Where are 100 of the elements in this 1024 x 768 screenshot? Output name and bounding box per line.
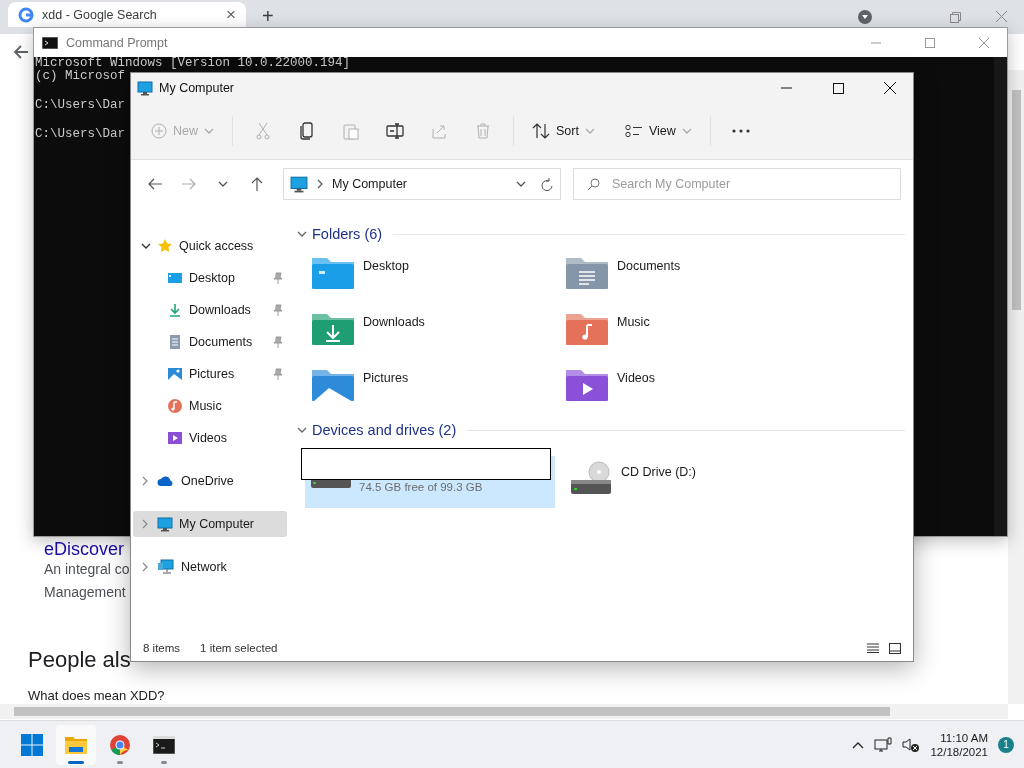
nav-item[interactable]: Network <box>133 554 287 580</box>
search-engine-icon <box>18 6 34 23</box>
download-icon <box>167 302 183 318</box>
trash-icon <box>476 123 490 139</box>
folder-icon[interactable] <box>64 734 88 755</box>
maximize-icon <box>832 82 844 94</box>
horizontal-scrollbar[interactable] <box>0 704 1008 719</box>
rename-icon <box>386 123 404 139</box>
item-count: 8 items <box>143 642 181 654</box>
browser-icon[interactable] <box>109 733 131 756</box>
chevron-down-icon <box>204 127 214 135</box>
tab-title: xdd - Google Search <box>42 7 158 22</box>
window-title: My Computer <box>159 81 236 95</box>
search-icon <box>587 178 600 191</box>
folder-item[interactable]: Documents <box>565 250 819 306</box>
folder-item[interactable]: Downloads <box>311 306 565 362</box>
window-title: Command Prompt <box>66 35 169 50</box>
share-icon <box>431 123 447 139</box>
nav-item[interactable]: My Computer <box>133 511 287 537</box>
tiles-view-icon[interactable] <box>889 642 901 654</box>
section-heading: People als <box>28 647 131 673</box>
maximize-icon <box>925 37 935 48</box>
video-icon <box>167 430 183 446</box>
close-icon[interactable] <box>996 11 1007 22</box>
console-scrollbar[interactable] <box>994 57 1007 536</box>
view-list-icon <box>624 124 643 138</box>
selection-count: 1 item selected <box>200 642 278 654</box>
search-field[interactable]: Search My Computer <box>573 168 901 200</box>
monitor-icon <box>157 516 173 532</box>
volume-muted-icon[interactable] <box>902 736 921 753</box>
music-icon <box>167 398 183 414</box>
nav-item[interactable]: Downloads <box>133 297 287 323</box>
pin-icon <box>273 368 283 380</box>
pin-icon <box>273 336 283 348</box>
network-icon <box>157 559 175 575</box>
chevron-right-icon <box>141 519 149 529</box>
folder-item[interactable]: Videos <box>565 362 819 418</box>
minimize-icon <box>780 87 792 89</box>
nav-item[interactable]: Quick access <box>133 233 287 259</box>
nav-item[interactable]: Music <box>133 393 287 419</box>
notification-badge[interactable]: 1 <box>998 736 1014 753</box>
restore-icon[interactable] <box>950 12 961 23</box>
nav-item[interactable]: Documents <box>133 329 287 355</box>
nav-item[interactable]: Pictures <box>133 361 287 387</box>
more-icon <box>731 129 750 133</box>
profile-icon[interactable] <box>858 10 872 24</box>
network-icon[interactable] <box>874 736 893 753</box>
nav-item[interactable]: Videos <box>133 425 287 451</box>
details-view-icon[interactable] <box>867 642 879 653</box>
question-text[interactable]: What does mean XDD? <box>28 688 165 703</box>
drive-item[interactable]: CD Drive (D:) <box>563 456 813 508</box>
free-space-text: 74.5 GB free of 99.3 GB <box>359 481 484 493</box>
back-arrow-icon[interactable] <box>13 44 29 60</box>
folder-item[interactable]: Music <box>565 306 819 362</box>
clipboard-icon <box>343 122 359 140</box>
clock-date[interactable]: 12/18/2021 <box>930 745 988 758</box>
address-bar[interactable]: My Computer <box>283 168 561 200</box>
close-icon <box>979 37 989 48</box>
group-header[interactable]: Folders (6) <box>312 226 383 242</box>
picture-icon <box>167 366 183 382</box>
folder-item[interactable]: Pictures <box>311 362 565 418</box>
back-arrow-icon <box>148 178 162 190</box>
view-button[interactable]: View <box>616 115 700 147</box>
chevron-right-icon <box>316 179 324 189</box>
monitor-icon <box>290 175 308 193</box>
document-icon <box>167 334 183 350</box>
star-icon <box>157 238 173 254</box>
copy-icon <box>300 122 314 140</box>
result-link[interactable]: eDiscover <box>44 539 125 560</box>
desktop-icon <box>167 270 183 286</box>
terminal-icon <box>42 36 58 49</box>
folder-item[interactable]: Desktop <box>311 250 565 306</box>
console-line: Microsoft Windows [Version 10.0.22000.194] <box>35 57 351 70</box>
chevron-up-icon[interactable] <box>852 740 865 749</box>
sort-icon <box>532 123 550 139</box>
clock-time[interactable]: 11:10 AM <box>940 731 988 744</box>
vertical-scrollbar[interactable] <box>1008 70 1024 704</box>
result-snippet: An integral co <box>44 561 130 577</box>
cloud-icon <box>157 475 175 487</box>
chevron-right-icon <box>141 562 149 572</box>
group-header[interactable]: Devices and drives (2) <box>312 422 457 438</box>
collapse-chevron-icon <box>297 426 307 434</box>
nav-item[interactable]: Desktop <box>133 265 287 291</box>
pin-icon <box>273 304 283 316</box>
close-tab-button[interactable]: × <box>226 6 236 23</box>
pin-icon <box>273 272 283 284</box>
nav-item[interactable]: OneDrive <box>133 468 287 494</box>
collapse-chevron-icon <box>297 230 307 238</box>
terminal-icon[interactable] <box>153 735 175 754</box>
chevron-right-icon <box>141 476 149 486</box>
console-line: C:\Users\Dar <box>35 128 125 141</box>
console-line: C:\Users\Dar <box>35 99 125 112</box>
expand-chevron-icon <box>141 242 151 250</box>
browser-tab[interactable]: xdd - Google Search × <box>8 2 246 27</box>
sort-button[interactable]: Sort <box>524 115 603 147</box>
close-icon <box>884 82 896 94</box>
address-text: My Computer <box>332 177 409 191</box>
forward-arrow-icon <box>182 178 196 190</box>
new-tab-button[interactable]: + <box>262 5 274 27</box>
start-icon[interactable] <box>21 733 43 756</box>
